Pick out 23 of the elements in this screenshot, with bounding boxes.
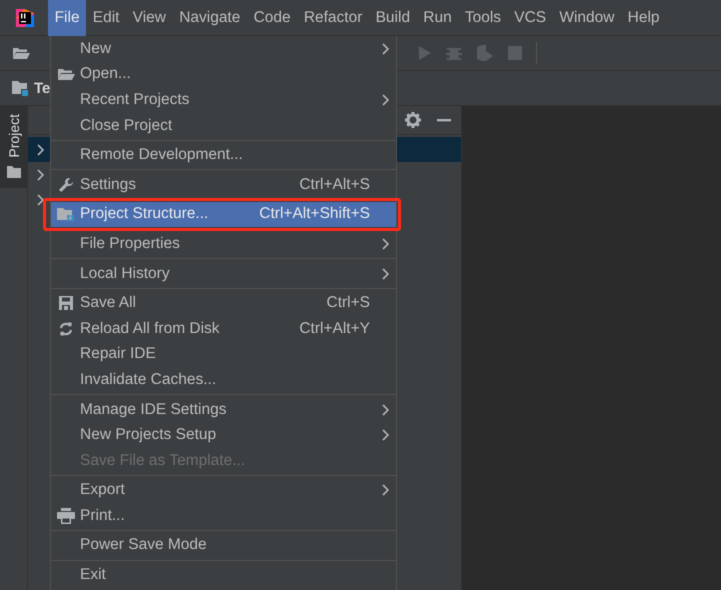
menu-item-label: New xyxy=(80,40,112,58)
shortcut-label: Ctrl+S xyxy=(326,294,370,312)
menu-item-label: Print... xyxy=(80,506,126,525)
menu-item-label: Power Save Mode xyxy=(80,536,208,554)
shortcut-label: Ctrl+Alt+S xyxy=(299,176,370,194)
menu-item-label: Close Project xyxy=(80,116,174,135)
shortcut-label: Ctrl+Alt+Shift+S xyxy=(259,205,370,224)
menu-item-label: File Properties xyxy=(80,234,181,253)
menu-item-label: Manage IDE Settings xyxy=(80,400,228,419)
menu-item-label: Settings xyxy=(80,176,138,194)
menu-item-label: Recent Projects xyxy=(80,90,190,109)
menu-item-label: Reload All from Disk xyxy=(80,320,221,338)
menu-item-label: New Projects Setup xyxy=(80,426,218,444)
menu-item-label: Export xyxy=(80,481,126,500)
menu-item-label: Repair IDE xyxy=(80,345,157,364)
menu-item-label: Remote Development... xyxy=(80,146,244,164)
menu-item-label: Invalidate Caches... xyxy=(80,370,218,389)
menu-item-label: Local History xyxy=(80,264,171,283)
menu-item-label: Project Structure... xyxy=(80,205,210,224)
menu-item-label: Open... xyxy=(80,65,132,84)
menu-item-label: Save All xyxy=(80,294,138,312)
menu-item-label: Exit xyxy=(80,566,107,584)
shortcut-label: Ctrl+Alt+Y xyxy=(299,320,370,338)
